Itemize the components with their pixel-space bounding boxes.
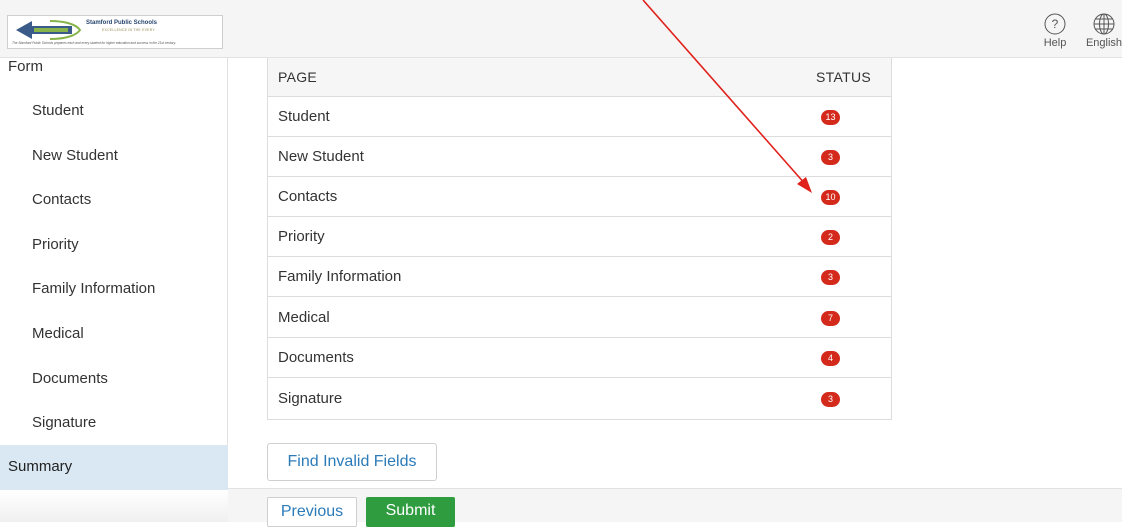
- help-button[interactable]: ? Help: [1036, 13, 1074, 49]
- table-row[interactable]: Student 13: [268, 97, 891, 137]
- logo-emblem-icon: [16, 20, 82, 40]
- language-button[interactable]: English: [1074, 13, 1122, 49]
- table-row[interactable]: Priority 2: [268, 217, 891, 257]
- logo-tagline: The Stamford Public Schools prepares eac…: [12, 41, 176, 45]
- row-page-name: Documents: [278, 349, 354, 366]
- table-row[interactable]: Contacts 10: [268, 177, 891, 217]
- sidebar-item-family-information[interactable]: Family Information: [32, 280, 155, 297]
- table-row[interactable]: Documents 4: [268, 338, 891, 378]
- sidebar-header: Form: [8, 58, 43, 75]
- logo-title: Stamford Public Schools: [86, 20, 158, 26]
- error-count-badge: 2: [821, 230, 840, 245]
- row-page-name: New Student: [278, 148, 364, 165]
- table-row[interactable]: Family Information 3: [268, 257, 891, 297]
- sidebar-item-summary-label: Summary: [8, 458, 73, 475]
- find-invalid-fields-button[interactable]: Find Invalid Fields: [267, 443, 437, 481]
- error-count-badge: 3: [821, 270, 840, 285]
- row-page-name: Signature: [278, 390, 343, 407]
- error-count-badge: 13: [821, 110, 840, 125]
- school-logo[interactable]: Stamford Public Schools EXCELLENCE IN TH…: [7, 15, 223, 49]
- sidebar-footer: [0, 490, 228, 522]
- svg-text:?: ?: [1052, 17, 1059, 31]
- sidebar-item-priority[interactable]: Priority: [32, 236, 79, 253]
- logo-subtitle: EXCELLENCE IN THE EVERY: [102, 28, 155, 32]
- help-icon: ?: [1044, 13, 1066, 35]
- help-label: Help: [1043, 37, 1067, 49]
- row-page-name: Family Information: [278, 268, 402, 285]
- globe-icon: [1093, 13, 1115, 35]
- sidebar: Form Student New Student Contacts Priori…: [0, 58, 228, 522]
- sidebar-item-documents[interactable]: Documents: [32, 370, 108, 387]
- table-row[interactable]: Medical 7: [268, 298, 891, 338]
- error-count-badge: 4: [821, 351, 840, 366]
- sidebar-item-new-student[interactable]: New Student: [32, 147, 118, 164]
- error-count-badge: 10: [821, 190, 840, 205]
- sidebar-item-summary[interactable]: Summary: [0, 445, 228, 490]
- submit-button[interactable]: Submit: [366, 497, 455, 527]
- sidebar-item-signature[interactable]: Signature: [32, 414, 96, 431]
- footer-bar: [228, 488, 1122, 522]
- error-count-badge: 3: [821, 150, 840, 165]
- sidebar-item-student[interactable]: Student: [32, 102, 84, 119]
- previous-button[interactable]: Previous: [267, 497, 357, 527]
- column-header-page: PAGE: [278, 69, 318, 85]
- error-count-badge: 7: [821, 311, 840, 326]
- row-page-name: Medical: [278, 309, 330, 326]
- table-row[interactable]: Signature 3: [268, 379, 891, 419]
- language-label: English: [1085, 37, 1122, 49]
- row-page-name: Contacts: [278, 188, 338, 205]
- row-page-name: Priority: [278, 228, 325, 245]
- row-page-name: Student: [278, 108, 330, 125]
- column-header-status: STATUS: [816, 69, 871, 85]
- table-header: PAGE STATUS: [268, 58, 891, 97]
- sidebar-item-contacts[interactable]: Contacts: [32, 191, 91, 208]
- top-bar: Stamford Public Schools EXCELLENCE IN TH…: [0, 0, 1122, 58]
- error-count-badge: 3: [821, 392, 840, 407]
- table-row[interactable]: New Student 3: [268, 137, 891, 177]
- status-table: PAGE STATUS Student 13 New Student 3 Con…: [267, 58, 892, 420]
- sidebar-item-medical[interactable]: Medical: [32, 325, 84, 342]
